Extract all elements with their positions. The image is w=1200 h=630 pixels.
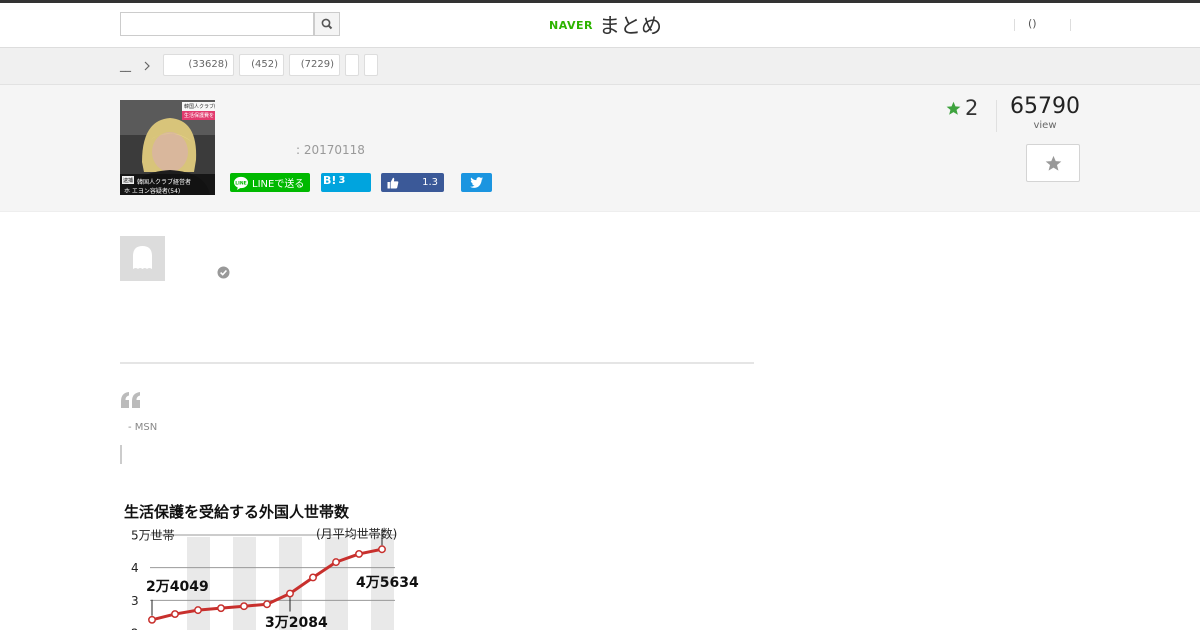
twitter-share-button[interactable] (461, 173, 492, 192)
thumbnail-caption-top-repeat: 韓国人クラブ経営者 (137, 179, 192, 186)
chart-data-point (194, 606, 202, 615)
thumbnail-caption-top: 韓国人クラブ経営者 (184, 104, 215, 110)
chevron-right-icon (144, 61, 150, 71)
thumbs-up-icon (387, 177, 399, 188)
svg-text:LINE: LINE (235, 180, 246, 186)
chart-data-point (171, 610, 179, 619)
chart-title: 生活保護を受給する外国人世帯数 (124, 503, 350, 521)
chart-band (233, 537, 256, 630)
thumbnail-caption-tag: 逮捕 (123, 178, 134, 184)
line-share-label: LINEで送る (252, 179, 305, 190)
logo-matome-text: まとめ (598, 14, 662, 38)
chart-data-label: 3万2084 (265, 615, 328, 630)
chart-data-point (378, 545, 386, 554)
category-bar: __ (33628) (452) (7229) (0, 48, 1200, 85)
view-count-label: view (1033, 120, 1057, 131)
hatena-bookmark-button[interactable]: B! 3 (321, 173, 371, 192)
quote-source: - MSN (128, 422, 158, 433)
verified-check-icon (217, 266, 230, 279)
add-favorite-button[interactable] (1026, 144, 1080, 182)
thumbnail-caption-name: ホ エヨン容疑者(54) (124, 188, 181, 195)
category-tag[interactable]: (33628) (163, 54, 234, 76)
logo-naver-text: NAVER (549, 18, 593, 32)
thumbnail-caption-top2: 生活保護費を (184, 113, 215, 119)
article-thumbnail[interactable]: 韓国人クラブ経営者 生活保護費を 逮捕 韓国人クラブ経営者 ホ エヨン容疑者(5… (120, 100, 215, 195)
foreign-household-welfare-chart: 生活保護を受給する外国人世帯数 (月平均世帯数) 5万世帯 4 3 2 2万4049 3… (120, 497, 420, 630)
chart-y-tick-label: 5万世帯 (131, 529, 175, 543)
hatena-count: 3 (338, 175, 346, 186)
view-count-number: 65790 (1010, 94, 1080, 119)
star-icon (946, 101, 961, 115)
category-tag[interactable]: (452) (239, 54, 284, 76)
site-header: NAVER まとめ () (0, 3, 1200, 48)
chart-y-tick-label: 2 (131, 627, 139, 630)
article-date: : 20170118 (296, 143, 365, 157)
site-logo[interactable]: NAVER まとめ (549, 9, 662, 41)
favorite-count: 2 (946, 96, 978, 120)
search-button[interactable] (314, 12, 340, 36)
favorite-count-number: 2 (965, 96, 979, 120)
facebook-like-button[interactable]: 1.3 (381, 173, 444, 192)
chart-data-point (332, 558, 340, 567)
header-user-link[interactable]: () (1028, 17, 1037, 30)
chart-band (325, 537, 348, 630)
line-icon: LINE (234, 176, 248, 190)
chart-data-point (286, 589, 294, 598)
chart-y-tick-label: 4 (131, 561, 139, 575)
chart-data-point (355, 549, 363, 558)
chart-data-point (309, 573, 317, 582)
hatena-icon: B! (323, 173, 337, 187)
category-tag[interactable] (364, 54, 378, 76)
chart-data-point (263, 600, 271, 609)
chart-data-label: 2万4049 (146, 579, 209, 595)
chart-data-point (217, 604, 225, 613)
article-info-panel: 韓国人クラブ経営者 生活保護費を 逮捕 韓国人クラブ経営者 ホ エヨン容疑者(5… (0, 85, 1200, 212)
breadcrumb-home[interactable]: __ (120, 59, 131, 72)
chart-y-tick-label: 3 (131, 594, 139, 608)
header-divider (1070, 19, 1071, 31)
default-user-icon (133, 246, 152, 269)
facebook-like-count: 1.3 (422, 177, 438, 188)
section-divider (120, 362, 754, 364)
stats-divider (996, 100, 997, 132)
view-count: 65790 view (1010, 94, 1080, 132)
chart-data-point (148, 615, 156, 624)
chart-data-point (240, 602, 248, 611)
search-icon (321, 18, 333, 30)
star-icon (1045, 155, 1061, 171)
chart-data-label: 4万5634 (356, 575, 419, 591)
quote-icon (121, 392, 140, 408)
twitter-bird-icon (470, 177, 483, 188)
quote-bar (120, 445, 122, 464)
header-divider (1014, 19, 1015, 31)
line-share-button[interactable]: LINE LINEで送る (230, 173, 310, 192)
category-tag[interactable]: (7229) (289, 54, 340, 76)
chart-unit-note: (月平均世帯数) (316, 526, 397, 541)
curator-avatar[interactable] (120, 236, 165, 281)
category-tag[interactable] (345, 54, 359, 76)
search-input[interactable] (120, 12, 314, 36)
